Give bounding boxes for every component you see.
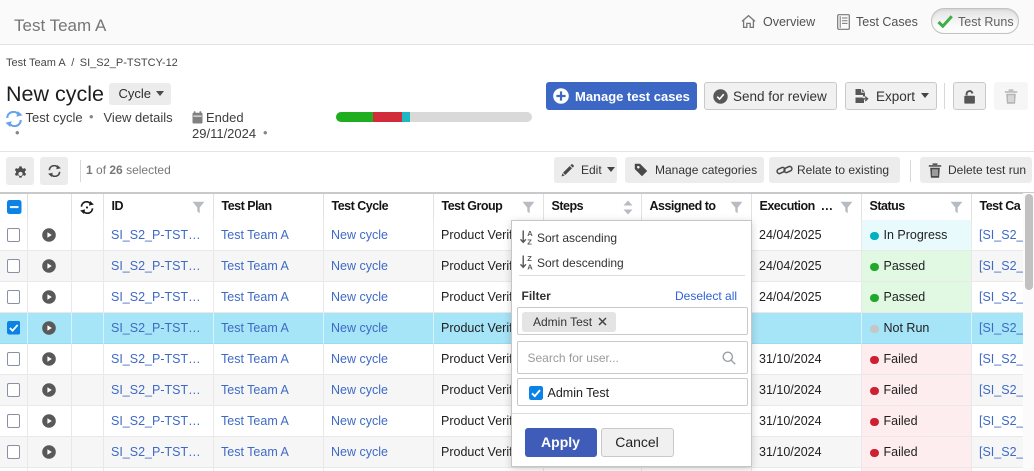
svg-text:A: A (527, 262, 533, 270)
svg-text:Z: Z (527, 238, 532, 246)
